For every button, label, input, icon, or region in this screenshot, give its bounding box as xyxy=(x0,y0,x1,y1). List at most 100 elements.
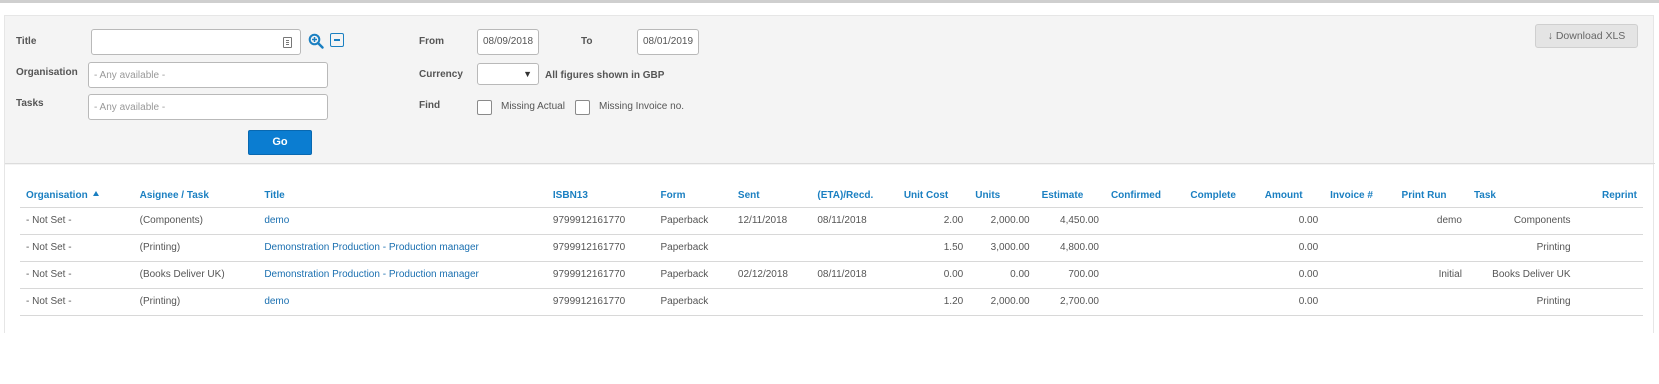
column-header-assignee[interactable]: Asignee / Task xyxy=(133,177,259,208)
cell-confirmed xyxy=(1104,261,1185,289)
column-header-label: Organisation xyxy=(26,190,88,202)
organisation-label: Organisation xyxy=(16,67,78,78)
cell-isbn: 9799912161770 xyxy=(546,261,655,289)
cell-form: Paperback xyxy=(654,288,732,316)
missing-invoice-label: Missing Invoice no. xyxy=(599,101,685,112)
cell-recd xyxy=(811,234,898,262)
cell-form: Paperback xyxy=(654,207,732,235)
cell-assignee: (Printing) xyxy=(133,234,259,262)
column-header-units[interactable]: Units xyxy=(969,177,1036,208)
column-header-estimate[interactable]: Estimate xyxy=(1035,177,1105,208)
cell-confirmed xyxy=(1104,234,1185,262)
column-header-confirmed[interactable]: Confirmed xyxy=(1104,177,1185,208)
column-header-complete[interactable]: Complete xyxy=(1184,177,1259,208)
column-header-title[interactable]: Title xyxy=(258,177,547,208)
cell-organisation: - Not Set - xyxy=(20,207,134,235)
tasks-label: Tasks xyxy=(16,98,44,109)
cell-amount: 0.00 xyxy=(1258,288,1325,316)
column-header-reprint[interactable]: Reprint xyxy=(1576,177,1643,208)
cell-title-link[interactable]: Demonstration Production - Production ma… xyxy=(258,234,547,262)
cell-print-run: demo xyxy=(1395,207,1468,235)
cell-organisation: - Not Set - xyxy=(20,234,134,262)
cell-unit-cost: 1.20 xyxy=(897,288,970,316)
cell-isbn: 9799912161770 xyxy=(546,207,655,235)
cell-invoice xyxy=(1324,261,1396,289)
table-header-row: Organisation Asignee / Task Title ISBN13… xyxy=(20,177,1643,208)
to-date-input[interactable]: 08/01/2019 xyxy=(637,29,699,55)
cell-task: Printing xyxy=(1467,288,1577,316)
to-label: To xyxy=(581,36,593,47)
cell-print-run xyxy=(1395,234,1468,262)
column-header-invoice[interactable]: Invoice # xyxy=(1324,177,1396,208)
column-header-isbn[interactable]: ISBN13 xyxy=(546,177,655,208)
find-label: Find xyxy=(419,100,441,111)
cell-confirmed xyxy=(1104,288,1185,316)
download-xls-button[interactable]: ↓ Download XLS xyxy=(1535,24,1638,48)
table-row: - Not Set - (Printing) demo 979991216177… xyxy=(20,288,1643,316)
column-header-task[interactable]: Task xyxy=(1467,177,1577,208)
cell-complete xyxy=(1184,288,1259,316)
results-table: Organisation Asignee / Task Title ISBN13… xyxy=(20,177,1643,316)
column-header-amount[interactable]: Amount xyxy=(1258,177,1325,208)
cell-units: 3,000.00 xyxy=(969,234,1036,262)
cell-print-run xyxy=(1395,288,1468,316)
sort-asc-icon xyxy=(92,191,99,197)
cell-assignee: (Components) xyxy=(133,207,259,235)
cell-units: 0.00 xyxy=(969,261,1036,289)
missing-actual-checkbox[interactable] xyxy=(477,100,492,115)
cell-units: 2,000.00 xyxy=(969,207,1036,235)
cell-task: Components xyxy=(1467,207,1577,235)
missing-invoice-checkbox[interactable] xyxy=(575,100,590,115)
title-input[interactable] xyxy=(91,29,301,55)
cell-form: Paperback xyxy=(654,234,732,262)
missing-actual-label: Missing Actual xyxy=(501,101,565,112)
tasks-input[interactable] xyxy=(88,94,328,120)
column-header-form[interactable]: Form xyxy=(654,177,732,208)
cell-units: 2,000.00 xyxy=(969,288,1036,316)
cell-reprint xyxy=(1576,207,1643,235)
title-label: Title xyxy=(16,36,37,47)
cell-unit-cost: 1.50 xyxy=(897,234,970,262)
cell-amount: 0.00 xyxy=(1258,207,1325,235)
cell-reprint xyxy=(1576,288,1643,316)
contact-card-icon[interactable] xyxy=(283,37,292,48)
cell-unit-cost: 0.00 xyxy=(897,261,970,289)
column-header-recd[interactable]: (ETA)/Recd. xyxy=(811,177,898,208)
cell-form: Paperback xyxy=(654,261,732,289)
zoom-in-icon[interactable] xyxy=(308,33,324,49)
cell-estimate: 4,450.00 xyxy=(1035,207,1105,235)
cell-task: Printing xyxy=(1467,234,1577,262)
column-header-print-run[interactable]: Print Run xyxy=(1395,177,1468,208)
cell-sent xyxy=(731,234,812,262)
table-row: - Not Set - (Books Deliver UK) Demonstra… xyxy=(20,261,1643,289)
cell-amount: 0.00 xyxy=(1258,261,1325,289)
cell-organisation: - Not Set - xyxy=(20,288,134,316)
cell-complete xyxy=(1184,207,1259,235)
cell-task: Books Deliver UK xyxy=(1467,261,1577,289)
top-border xyxy=(0,0,1659,3)
minus-box-icon[interactable] xyxy=(330,33,344,47)
column-header-organisation[interactable]: Organisation xyxy=(20,177,134,208)
cell-estimate: 4,800.00 xyxy=(1035,234,1105,262)
from-date-input[interactable]: 08/09/2018 xyxy=(477,29,539,55)
currency-select[interactable]: ▼ xyxy=(477,63,539,85)
column-header-sent[interactable]: Sent xyxy=(731,177,812,208)
cell-title-link[interactable]: Demonstration Production - Production ma… xyxy=(258,261,547,289)
cell-print-run: Initial xyxy=(1395,261,1468,289)
cell-title-link[interactable]: demo xyxy=(258,207,547,235)
cell-recd: 08/11/2018 xyxy=(811,261,898,289)
go-button[interactable]: Go xyxy=(248,130,312,155)
column-header-unit-cost[interactable]: Unit Cost xyxy=(897,177,970,208)
cell-title-link[interactable]: demo xyxy=(258,288,547,316)
organisation-input[interactable] xyxy=(88,62,328,88)
results-area: Organisation Asignee / Task Title ISBN13… xyxy=(5,165,1653,333)
cell-invoice xyxy=(1324,234,1396,262)
cell-isbn: 9799912161770 xyxy=(546,234,655,262)
cell-estimate: 700.00 xyxy=(1035,261,1105,289)
cell-complete xyxy=(1184,234,1259,262)
currency-note: All figures shown in GBP xyxy=(545,70,665,81)
cell-complete xyxy=(1184,261,1259,289)
report-panel: Title Organisation Tasks Go From 08/09/2… xyxy=(4,15,1655,333)
filter-panel: Title Organisation Tasks Go From 08/09/2… xyxy=(5,16,1655,164)
table-row: - Not Set - (Components) demo 9799912161… xyxy=(20,207,1643,235)
